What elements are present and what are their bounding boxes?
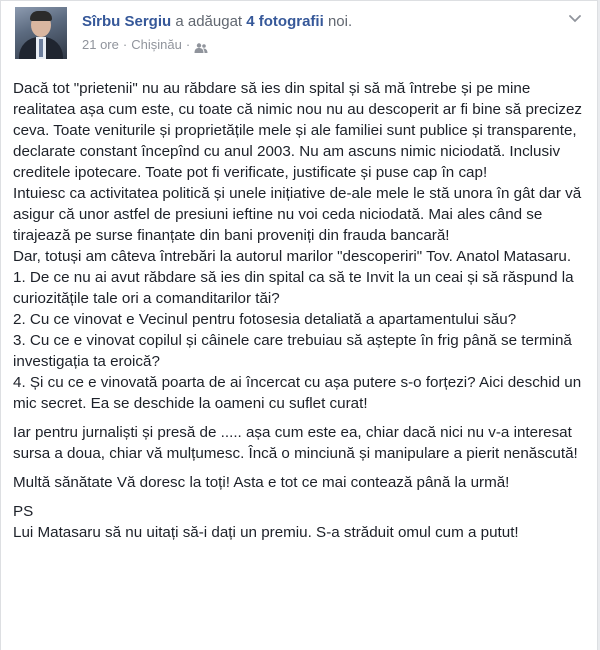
post-timestamp[interactable]: 21 ore	[82, 37, 119, 52]
photos-link[interactable]: 4 fotografii	[246, 13, 324, 30]
post-paragraph: 3. Cu ce e vinovat copilul și câinele ca…	[13, 332, 572, 370]
post-paragraph: Intuiesc ca activitatea politică și unel…	[13, 185, 582, 244]
post-action-text: a adăugat 4 fotografii noi.	[175, 13, 352, 30]
post-paragraph: Lui Matasaru să nu uitați să-i dați un p…	[13, 524, 519, 541]
meta-separator-2: ·	[185, 37, 191, 52]
author-avatar[interactable]	[15, 7, 67, 59]
post-text: Dacă tot "prietenii" nu au răbdare să ie…	[13, 78, 591, 543]
post-paragraph: Dar, totuși am câteva întrebări la autor…	[13, 248, 572, 265]
post-options-button[interactable]	[565, 9, 585, 29]
action-prefix: a adăugat	[175, 13, 243, 30]
action-suffix: noi.	[327, 13, 353, 30]
post-location[interactable]: Chișinău	[131, 37, 182, 52]
meta-separator: ·	[122, 37, 128, 52]
post-paragraph: Multă sănătate Vă doresc la toți! Asta e…	[13, 474, 510, 491]
avatar-hair	[30, 11, 52, 21]
author-name-link[interactable]: Sîrbu Sergiu	[82, 13, 171, 30]
avatar-tie	[39, 39, 43, 57]
friends-icon[interactable]	[194, 41, 208, 53]
post-paragraph: 1. De ce nu ai avut răbdare să ies din s…	[13, 269, 574, 307]
post-card: Sîrbu Sergiu a adăugat 4 fotografii noi.…	[0, 0, 598, 650]
post-paragraph: Iar pentru jurnaliști și presă de ..... …	[13, 424, 578, 462]
post-paragraph: Dacă tot "prietenii" nu au răbdare să ie…	[13, 80, 582, 181]
post-paragraph: 2. Cu ce vinovat e Vecinul pentru fotose…	[13, 311, 517, 328]
post-paragraph: 4. Și cu ce e vinovată poarta de ai înce…	[13, 374, 582, 412]
post-paragraph: PS	[13, 503, 34, 520]
post-meta: 21 ore · Chișinău ·	[82, 37, 208, 53]
chevron-down-icon	[569, 10, 581, 28]
post-header: Sîrbu Sergiu a adăugat 4 fotografii noi.	[82, 13, 352, 30]
